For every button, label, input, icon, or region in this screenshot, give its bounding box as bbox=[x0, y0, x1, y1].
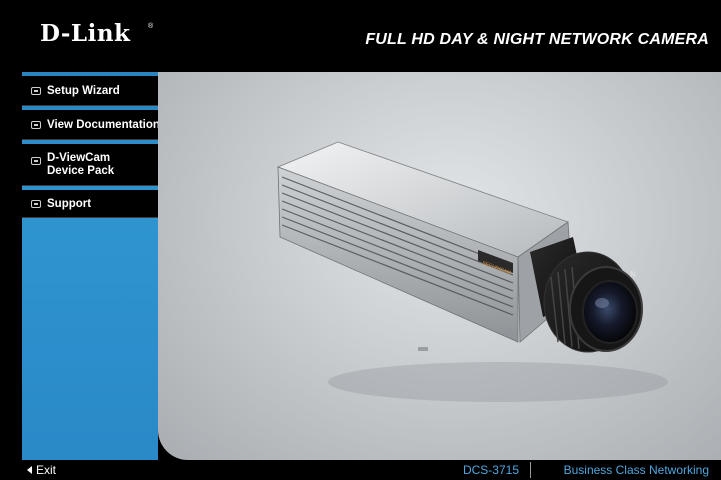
menu-item-label-line-1: D-ViewCam bbox=[47, 152, 111, 164]
autorun-window: D-Link ® FULL HD DAY & NIGHT NETWORK CAM… bbox=[0, 0, 721, 480]
menu-item-label: Support bbox=[47, 198, 92, 210]
model-number: DCS-3715 bbox=[462, 463, 519, 477]
network-camera-image: SECURICAM N bbox=[276, 141, 668, 402]
lens-marking: N bbox=[630, 270, 636, 279]
bullet-icon bbox=[31, 120, 41, 129]
menu-item-label: View Documentation bbox=[47, 119, 160, 131]
bullet-icon bbox=[31, 157, 41, 165]
menu-item-support[interactable]: Support bbox=[22, 190, 158, 218]
menu-item-dviewcam-device-pack[interactable]: D-ViewCam Device Pack bbox=[22, 144, 158, 186]
menu-item-setup-wizard[interactable]: Setup Wizard bbox=[22, 76, 158, 106]
tagline: Business Class Networking bbox=[563, 463, 709, 477]
product-image-area: SECURICAM N bbox=[158, 72, 721, 460]
dlink-logo: D-Link ® bbox=[22, 0, 162, 72]
footer-divider bbox=[530, 462, 531, 478]
chevron-left-icon bbox=[27, 466, 32, 474]
exit-label: Exit bbox=[36, 463, 57, 477]
bullet-icon bbox=[31, 86, 41, 95]
footer: Exit DCS-3715 Business Class Networking bbox=[0, 460, 721, 480]
menu-item-label: D-ViewCam Device Pack bbox=[47, 152, 114, 178]
product-title: FULL HD DAY & NIGHT NETWORK CAMERA bbox=[365, 31, 709, 48]
sidebar-menu: Setup Wizard View Documentation D-ViewCa… bbox=[22, 72, 160, 460]
bullet-icon bbox=[31, 199, 41, 208]
menu-item-label: Setup Wizard bbox=[47, 85, 120, 97]
exit-button[interactable]: Exit bbox=[22, 460, 144, 480]
menu-item-label-line-2: Device Pack bbox=[47, 165, 115, 177]
registered-mark: ® bbox=[148, 23, 154, 30]
arrow-right-icon bbox=[0, 148, 21, 166]
menu-item-view-documentation[interactable]: View Documentation bbox=[22, 110, 160, 140]
header: D-Link ® FULL HD DAY & NIGHT NETWORK CAM… bbox=[0, 0, 721, 72]
logo-text: D-Link bbox=[40, 20, 131, 47]
